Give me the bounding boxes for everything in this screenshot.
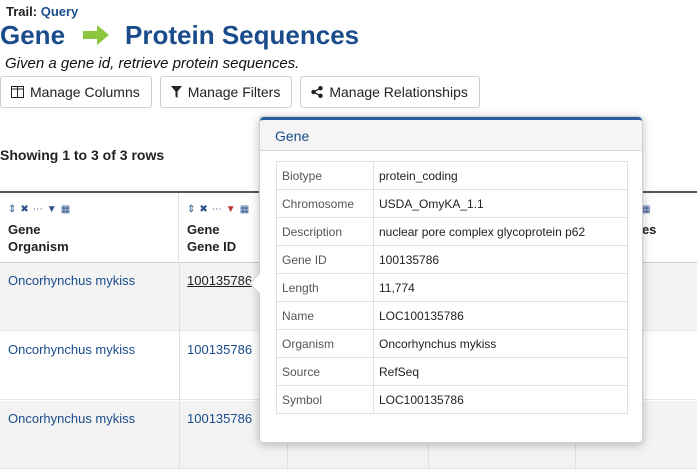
share-icon — [311, 86, 324, 98]
more-icon[interactable]: ⋯ — [212, 204, 222, 215]
page-subtitle: Given a gene id, retrieve protein sequen… — [5, 55, 300, 72]
filter-icon — [170, 86, 182, 98]
manage-relationships-button[interactable]: Manage Relationships — [300, 76, 480, 108]
page-title-source: Gene — [0, 19, 66, 50]
columns-icon — [11, 86, 24, 98]
remove-column-icon[interactable]: ✖ — [20, 204, 28, 215]
manage-relationships-label: Manage Relationships — [329, 84, 468, 100]
row-count-text: Showing 1 to 3 of 3 rows — [0, 147, 165, 163]
sort-icon[interactable]: ⇕ — [8, 204, 16, 215]
detail-row: Biotype protein_coding — [276, 161, 628, 190]
page-title: Gene Protein Sequences — [0, 18, 359, 52]
sort-icon[interactable]: ⇕ — [187, 204, 195, 215]
organism-link[interactable]: Oncorhynchus mykiss — [8, 411, 135, 426]
detail-row: Description nuclear pore complex glycopro… — [276, 217, 628, 246]
manage-filters-label: Manage Filters — [187, 84, 281, 100]
breadcrumb-link-query[interactable]: Query — [41, 4, 79, 19]
detail-row: Symbol LOC100135786 — [276, 385, 628, 414]
page-title-target: Protein Sequences — [125, 19, 360, 50]
gene-details-popover: Gene Biotype protein_coding Chromosome USD… — [248, 116, 643, 443]
column-tools: ⇕ ✖ ⋯ ▼ ▦ — [8, 204, 70, 215]
detail-row: Organism Oncorhynchus mykiss — [276, 329, 628, 358]
gene-id-link[interactable]: 100135786 — [187, 273, 252, 288]
filter-active-icon[interactable]: ▼ — [226, 204, 236, 215]
manage-filters-button[interactable]: Manage Filters — [159, 76, 293, 108]
detail-row: Length 11,774 — [276, 273, 628, 302]
column-label: Gene Organism — [8, 222, 69, 254]
summary-chart-icon[interactable]: ▦ — [240, 204, 249, 215]
breadcrumb-label: Trail: — [6, 4, 38, 19]
filter-icon[interactable]: ▼ — [47, 204, 57, 215]
detail-row: Gene ID 100135786 — [276, 245, 628, 274]
column-header-organism: ⇕ ✖ ⋯ ▼ ▦ Gene Organism — [0, 193, 179, 265]
toolbar: Manage Columns Manage Filters Manage Rel… — [0, 76, 480, 108]
detail-row: Source RefSeq — [276, 357, 628, 386]
breadcrumb: Trail: Query — [6, 4, 78, 19]
organism-link[interactable]: Oncorhynchus mykiss — [8, 342, 135, 357]
column-label: Gene Gene ID — [187, 222, 237, 254]
right-arrow-icon — [83, 25, 110, 45]
column-tools: ⇕ ✖ ⋯ ▼ ▦ — [187, 204, 249, 215]
gene-id-link[interactable]: 100135786 — [187, 342, 252, 357]
gene-id-link[interactable]: 100135786 — [187, 411, 252, 426]
detail-row: Chromosome USDA_OmyKA_1.1 — [276, 189, 628, 218]
column-divider — [179, 263, 180, 470]
manage-columns-button[interactable]: Manage Columns — [0, 76, 152, 108]
manage-columns-label: Manage Columns — [30, 84, 140, 100]
organism-link[interactable]: Oncorhynchus mykiss — [8, 273, 135, 288]
summary-chart-icon[interactable]: ▦ — [61, 204, 70, 215]
popover-details-table: Biotype protein_coding Chromosome USDA_Omy… — [276, 161, 628, 414]
popover-title: Gene — [260, 117, 642, 151]
more-icon[interactable]: ⋯ — [33, 204, 43, 215]
detail-row: Name LOC100135786 — [276, 301, 628, 330]
remove-column-icon[interactable]: ✖ — [199, 204, 207, 215]
